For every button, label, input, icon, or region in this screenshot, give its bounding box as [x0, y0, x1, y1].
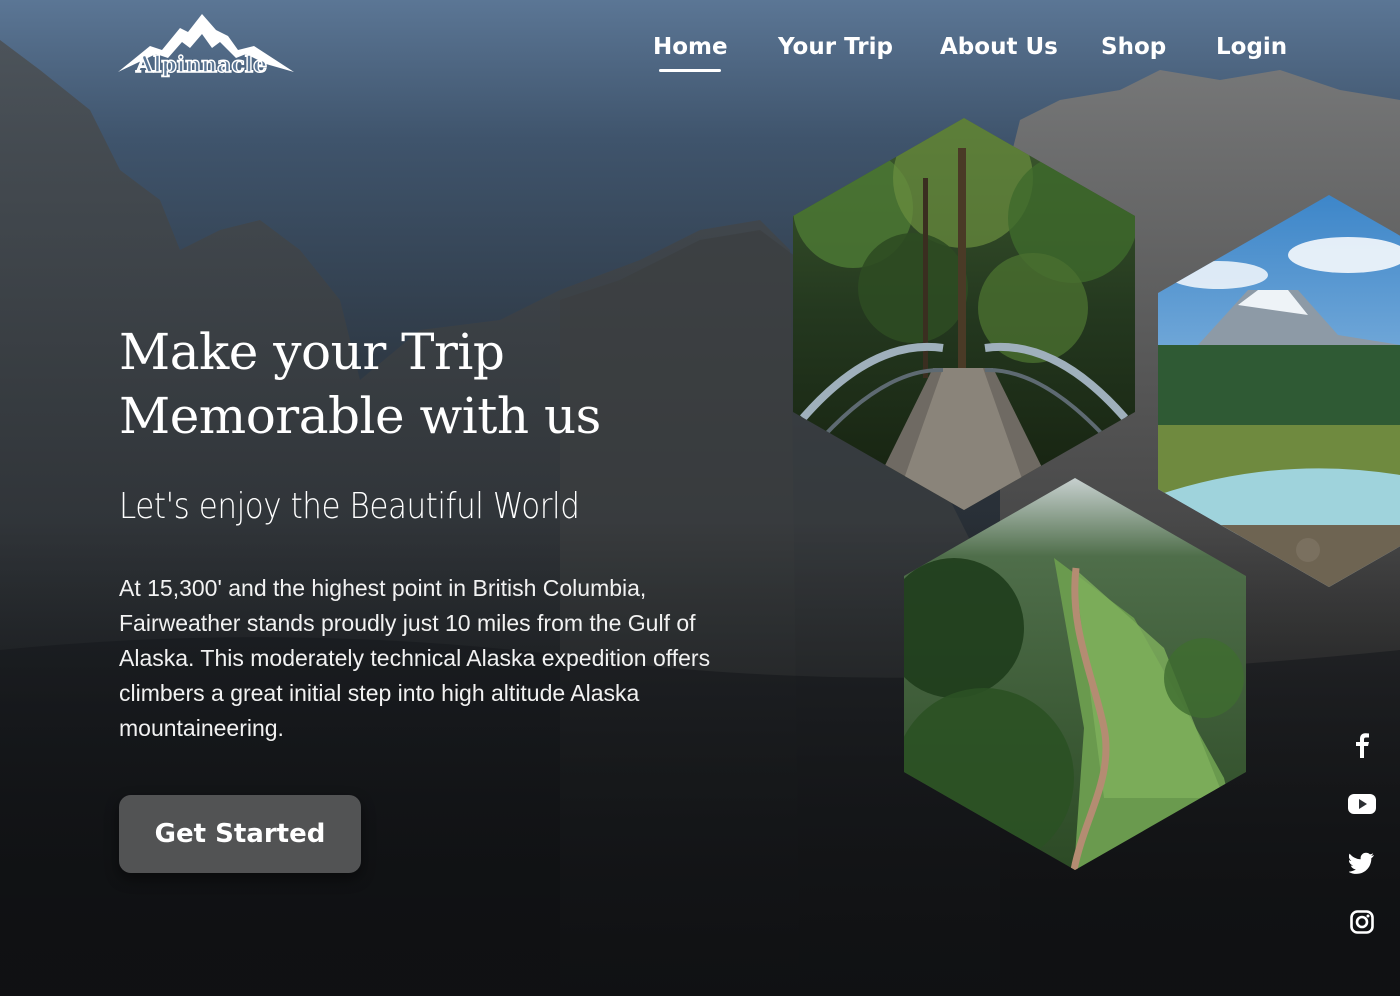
facebook-icon[interactable]	[1346, 729, 1378, 761]
nav-your-trip[interactable]: Your Trip	[778, 30, 893, 64]
headline-line-1: Make your Trip	[119, 323, 505, 381]
get-started-button[interactable]: Get Started	[119, 795, 361, 873]
twitter-icon[interactable]	[1346, 847, 1378, 879]
nav-active-indicator	[659, 69, 721, 72]
instagram-icon[interactable]	[1346, 906, 1378, 938]
green-ridge-trail-photo	[904, 478, 1246, 870]
nav-about-us[interactable]: About Us	[940, 30, 1058, 64]
hero-section: Make your Trip Memorable with us Let's e…	[119, 320, 799, 746]
nav-shop[interactable]: Shop	[1101, 30, 1166, 64]
main-nav: Home Your Trip About Us Shop Login	[0, 30, 1400, 80]
nav-login[interactable]: Login	[1216, 30, 1287, 64]
youtube-icon[interactable]	[1346, 788, 1378, 820]
hero-paragraph: At 15,300' and the highest point in Brit…	[119, 575, 711, 741]
nav-home[interactable]: Home	[653, 30, 728, 64]
hero-subheadline: Let's enjoy the Beautiful World	[119, 486, 580, 527]
headline-line-2: Memorable with us	[119, 387, 601, 445]
hero-headline: Make your Trip Memorable with us	[119, 320, 799, 448]
forest-bridge-photo	[793, 118, 1135, 510]
